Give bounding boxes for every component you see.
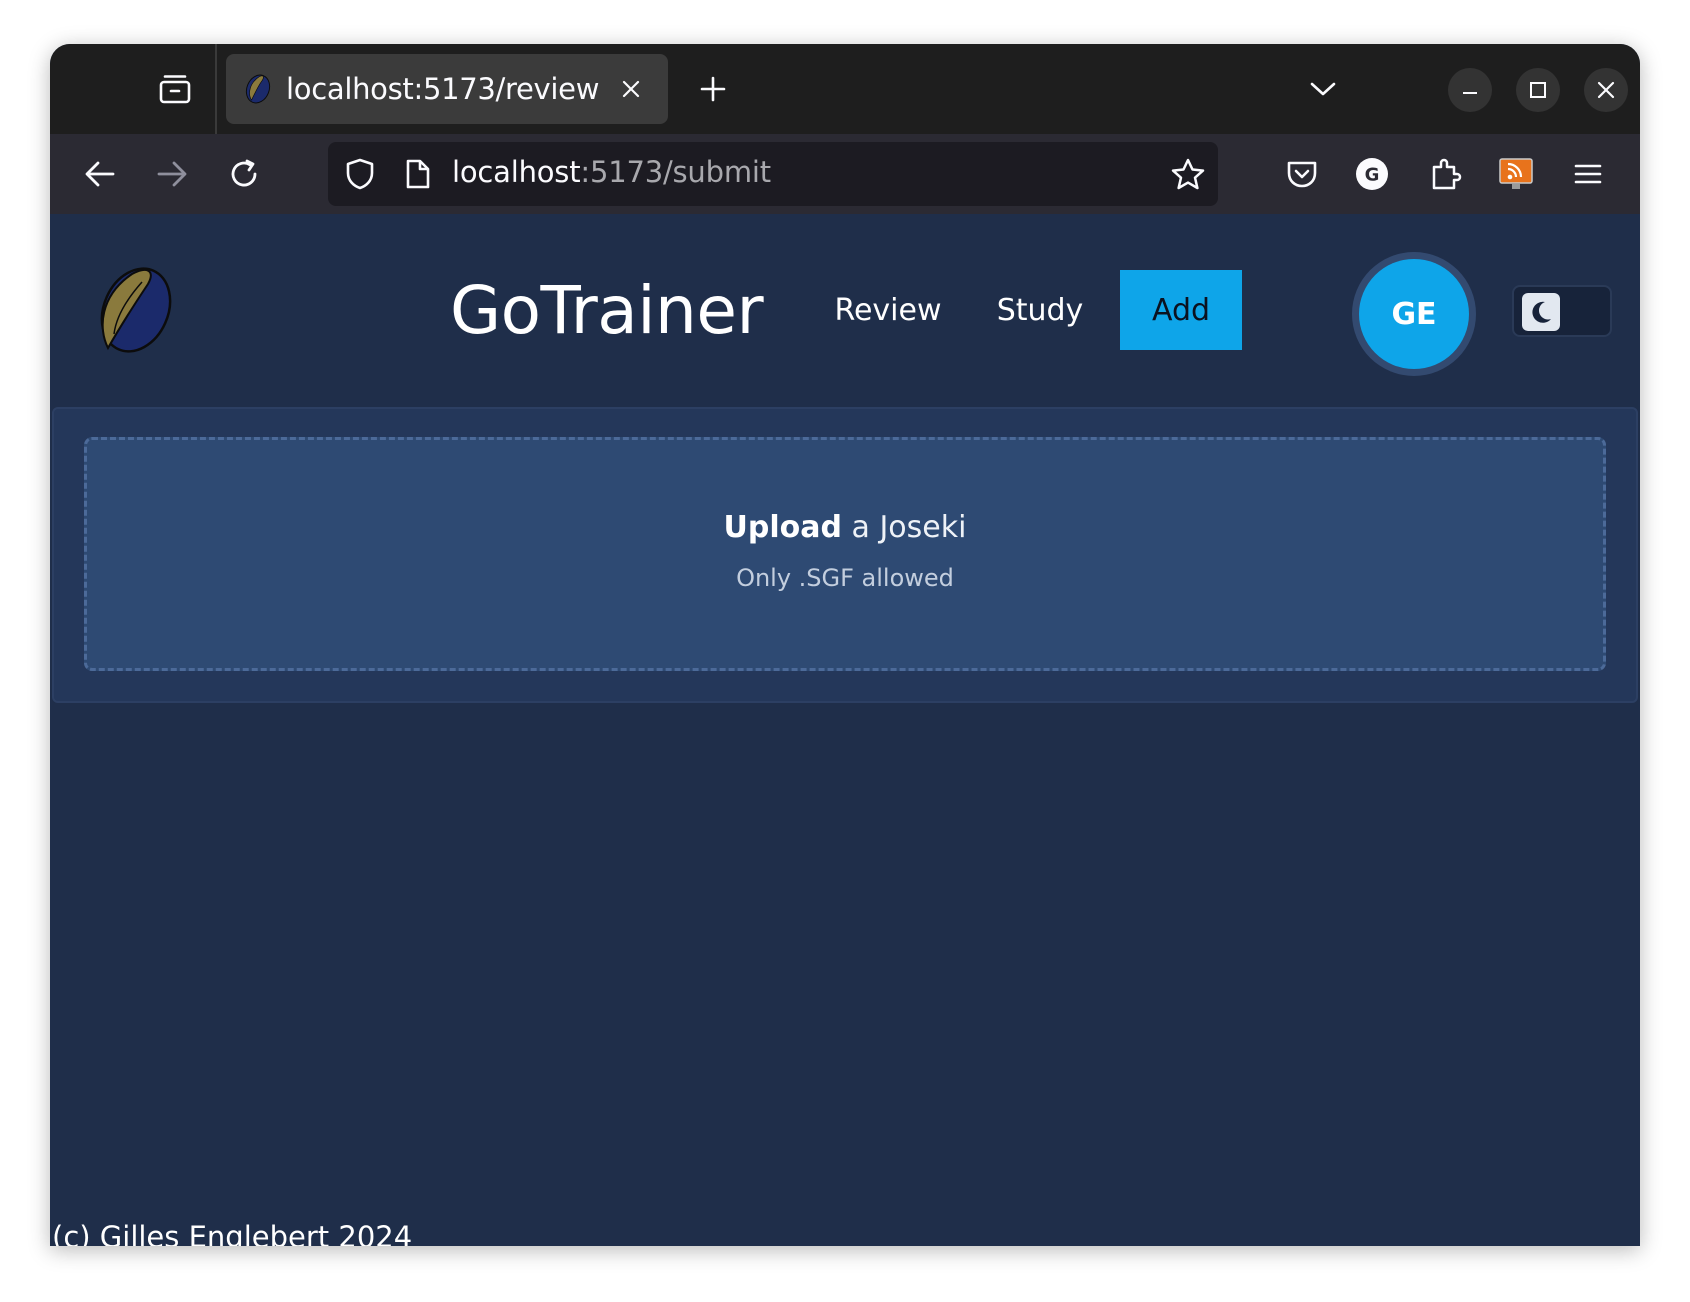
pocket-icon[interactable] (1276, 148, 1328, 200)
app-title: GoTrainer (450, 272, 764, 349)
url-path: :5173/submit (580, 155, 771, 189)
nav-review-label: Review (834, 292, 942, 328)
nav-add-label: Add (1151, 292, 1211, 328)
nav-study-label: Study (996, 292, 1084, 328)
tab-title: localhost:5173/review (286, 72, 600, 106)
upload-dropzone[interactable]: Upload a Joseki Only .SGF allowed (84, 437, 1606, 671)
upload-title-bold: Upload (723, 510, 842, 545)
url-host: localhost (452, 155, 581, 189)
rss-icon[interactable] (1490, 148, 1542, 200)
puzzle-icon[interactable] (1420, 148, 1472, 200)
upload-title-rest: a Joseki (842, 510, 967, 545)
avatar[interactable]: GE (1352, 252, 1476, 376)
tab-separator (215, 44, 217, 134)
browser-window: localhost:5173/review localhost:5173/sub… (50, 44, 1640, 1246)
theme-toggle[interactable] (1512, 285, 1612, 337)
upload-card: Upload a Joseki Only .SGF allowed (52, 407, 1638, 703)
nav-study[interactable]: Study (990, 270, 1090, 350)
close-icon[interactable] (1584, 68, 1628, 112)
nav-toolbar: localhost:5173/submit G (50, 134, 1640, 214)
tab-list-icon[interactable] (150, 64, 200, 114)
chevron-down-icon[interactable] (1300, 66, 1346, 112)
page-content: GoTrainer Review Study Add GE Upload a J… (50, 214, 1640, 1246)
tab-strip: localhost:5173/review (50, 44, 1640, 134)
avatar-initials: GE (1359, 259, 1469, 369)
grammarly-letter: G (1365, 165, 1380, 186)
upload-hint: Only .SGF allowed (736, 564, 954, 592)
plus-icon[interactable] (690, 66, 736, 112)
star-icon[interactable] (1168, 154, 1208, 194)
grammarly-icon[interactable]: G (1346, 148, 1398, 200)
moon-icon (1522, 293, 1560, 331)
shield-icon[interactable] (342, 156, 378, 192)
favicon-icon (244, 74, 272, 104)
hamburger-icon[interactable] (1562, 148, 1614, 200)
arrow-left-icon[interactable] (74, 148, 126, 200)
close-tab-icon[interactable] (616, 74, 646, 104)
nav-add[interactable]: Add (1120, 270, 1242, 350)
app-header: GoTrainer Review Study Add GE (50, 214, 1640, 407)
minimize-icon[interactable] (1448, 68, 1492, 112)
page-icon[interactable] (400, 156, 436, 192)
url-bar[interactable]: localhost:5173/submit (328, 142, 1218, 206)
reload-icon[interactable] (218, 148, 270, 200)
browser-tab[interactable]: localhost:5173/review (226, 54, 668, 124)
maximize-icon[interactable] (1516, 68, 1560, 112)
arrow-right-icon[interactable] (146, 148, 198, 200)
url-text[interactable]: localhost:5173/submit (452, 155, 771, 189)
footer-copyright: (c) Gilles Englebert 2024 (52, 1220, 413, 1246)
logo-icon[interactable] (94, 264, 174, 356)
upload-title: Upload a Joseki (87, 510, 1603, 545)
nav-review[interactable]: Review (826, 270, 950, 350)
